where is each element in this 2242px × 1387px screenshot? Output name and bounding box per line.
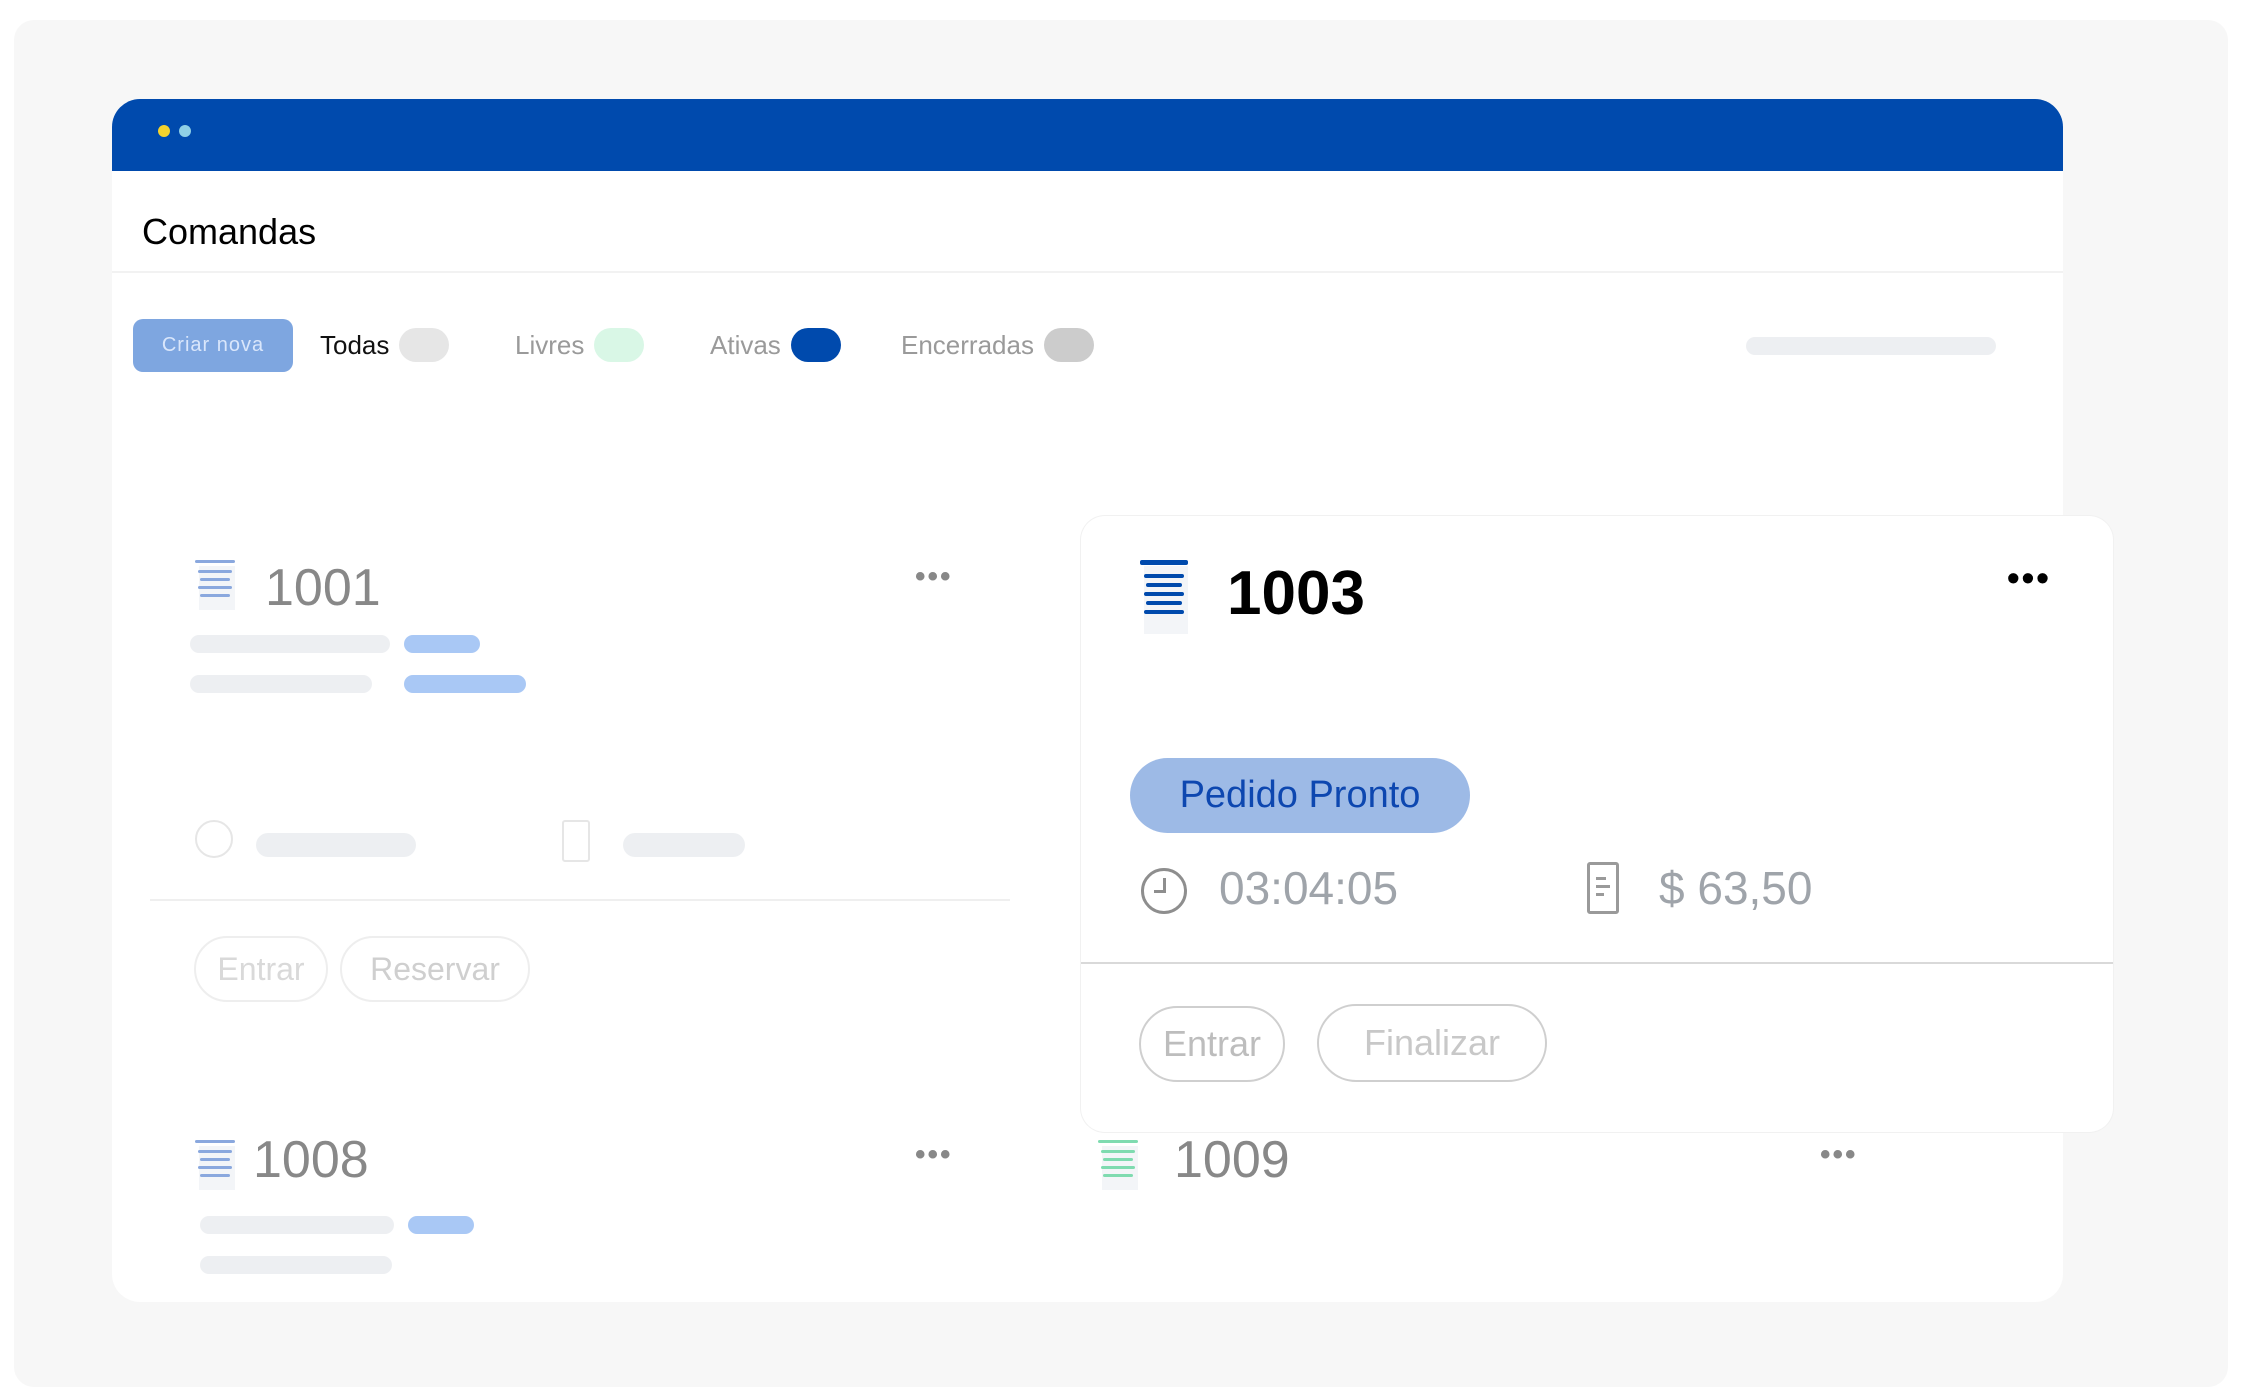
window-dot-yellow[interactable] — [158, 125, 170, 137]
comanda-icon — [1140, 560, 1188, 634]
filter-todas[interactable]: Todas — [320, 327, 450, 363]
filter-toggle[interactable] — [594, 328, 645, 362]
status-badge: Pedido Pronto — [1130, 758, 1470, 833]
skeleton-line — [200, 1256, 392, 1274]
comanda-number: 1008 — [253, 1131, 369, 1189]
skeleton-line — [623, 833, 745, 857]
filter-encerradas[interactable]: Encerradas — [901, 327, 1094, 363]
skeleton-line — [256, 833, 416, 857]
clock-icon — [1141, 868, 1187, 914]
finish-button[interactable]: Finalizar — [1317, 1004, 1547, 1082]
filter-label: Livres — [515, 329, 585, 360]
enter-button[interactable]: Entrar — [194, 936, 328, 1002]
receipt-icon — [1587, 862, 1619, 914]
skeleton-line — [408, 1216, 474, 1234]
elapsed-time: 03:04:05 — [1219, 862, 1399, 914]
clock-icon — [195, 820, 233, 858]
filter-toggle[interactable] — [790, 328, 841, 362]
skeleton-line — [404, 675, 526, 693]
create-new-button[interactable]: Criar nova — [133, 319, 293, 372]
more-icon[interactable]: ••• — [915, 1140, 953, 1170]
receipt-icon — [562, 820, 590, 862]
comanda-card-1009[interactable]: 1009 ••• — [1080, 1120, 1940, 1290]
search-placeholder[interactable] — [1746, 337, 1996, 355]
enter-button[interactable]: Entrar — [1139, 1006, 1285, 1082]
more-icon[interactable]: ••• — [2007, 560, 2051, 596]
comanda-card-1008[interactable]: 1008 ••• — [150, 1120, 1010, 1290]
filter-livres[interactable]: Livres — [515, 327, 645, 363]
order-amount: $ 63,50 — [1659, 862, 1813, 914]
comanda-card-1001[interactable]: 1001 ••• Entrar Reservar — [150, 540, 1010, 1020]
skeleton-line — [190, 635, 390, 653]
comanda-icon — [195, 1140, 235, 1190]
title-bar — [112, 99, 2063, 171]
comanda-card-1003[interactable]: 1003 ••• Pedido Pronto 03:04:05 $ 63,50 … — [1081, 516, 2113, 1132]
page-title: Comandas — [142, 211, 317, 252]
more-icon[interactable]: ••• — [915, 562, 953, 592]
skeleton-line — [190, 675, 372, 693]
comanda-number: 1003 — [1227, 559, 1365, 628]
filter-toggle[interactable] — [399, 328, 450, 362]
skeleton-line — [404, 635, 480, 653]
comanda-number: 1009 — [1174, 1131, 1290, 1189]
reserve-button[interactable]: Reservar — [340, 936, 530, 1002]
comanda-icon — [1098, 1140, 1138, 1190]
filter-label: Ativas — [710, 329, 781, 360]
card-divider — [1081, 962, 2113, 964]
header: Comandas — [112, 171, 2063, 273]
filter-toggle[interactable] — [1043, 328, 1094, 362]
filter-ativas[interactable]: Ativas — [710, 327, 841, 363]
toolbar: Criar nova Todas Livres Ativas Encerrada… — [112, 319, 2063, 379]
comanda-icon — [195, 560, 235, 610]
filter-label: Encerradas — [901, 329, 1034, 360]
window-dot-blue[interactable] — [179, 125, 191, 137]
card-divider — [150, 899, 1010, 901]
skeleton-line — [200, 1216, 394, 1234]
comanda-number: 1001 — [265, 559, 381, 617]
more-icon[interactable]: ••• — [1820, 1140, 1858, 1170]
filter-label: Todas — [320, 329, 390, 360]
